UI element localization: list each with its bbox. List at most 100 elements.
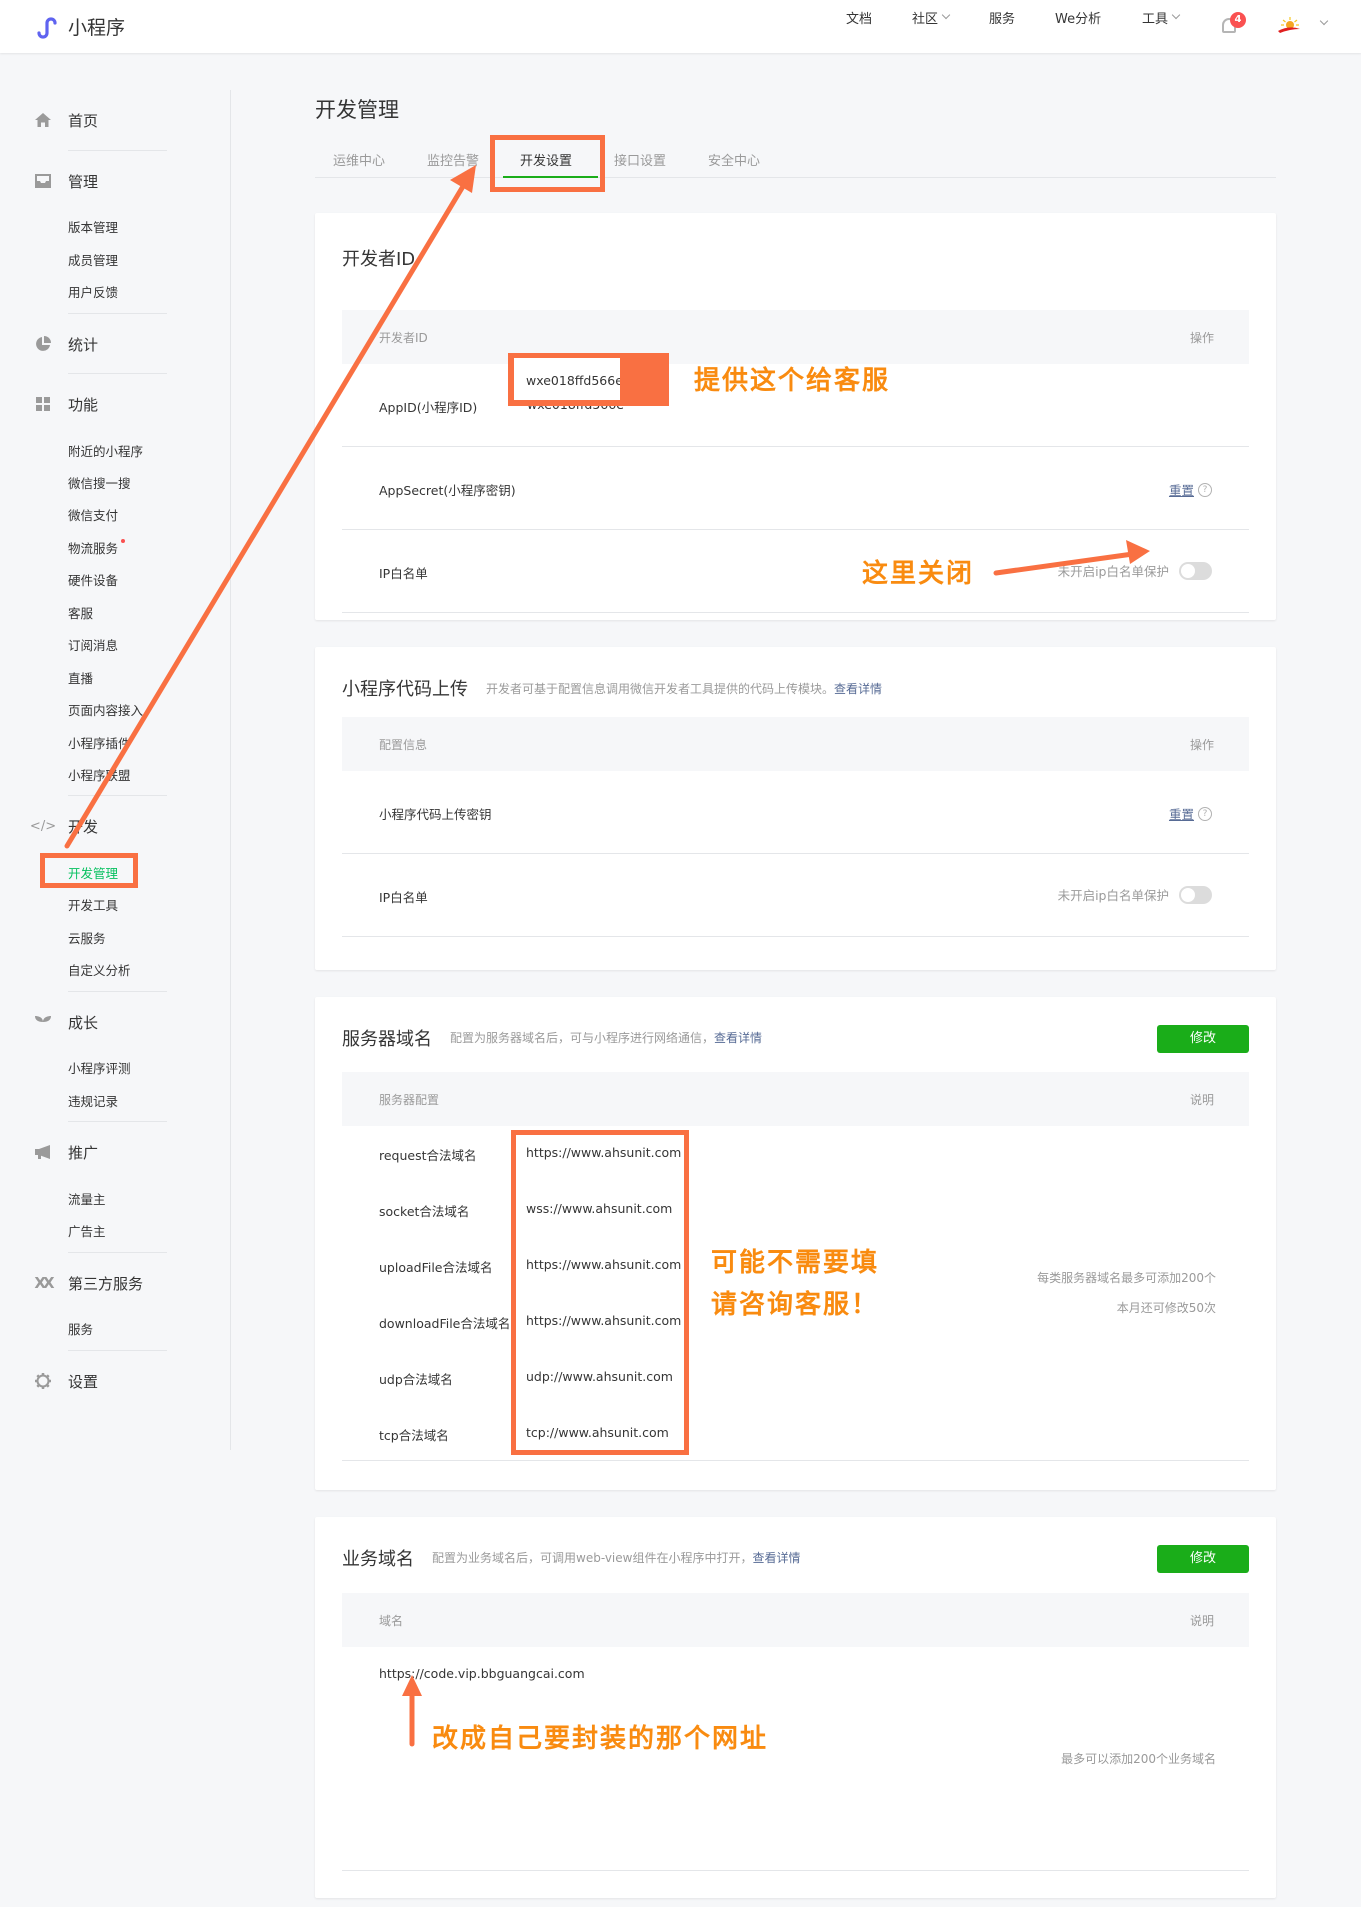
sidebar-divider [230,90,231,1450]
appsecret-actions: 重置? [1169,480,1212,499]
help-icon[interactable]: ? [1198,806,1212,821]
sidebar-item-violations[interactable]: 违规记录 [68,1091,118,1110]
sidebar-item-service[interactable]: 服务 [68,1319,93,1338]
description-text: 开发者可基于配置信息调用微信开发者工具提供的代码上传模块。 [486,682,835,696]
sidebar-item-logistics[interactable]: 物流服务 [68,538,126,557]
sidebar-item-publisher[interactable]: 流量主 [68,1189,106,1208]
sidebar-item-features[interactable]: 功能 [34,394,98,414]
ip-whitelist-label: IP白名单 [379,890,428,905]
appid-value-display[interactable]: wxe018ffd566e [514,358,620,400]
logo[interactable]: 小程序 [34,13,125,40]
sidebar-item-promotion[interactable]: 推广 [34,1142,98,1162]
inbox-icon [34,172,52,190]
sidebar-item-feedback[interactable]: 用户反馈 [68,282,118,301]
top-bar: 小程序 文档 社区 服务 We分析 工具 4 [0,0,1361,53]
server-domain-label: udp合法域名 [379,1372,453,1387]
avatar[interactable] [1276,16,1302,38]
tab-api-settings[interactable]: 接口设置 [614,150,666,169]
sidebar-item-label: 物流服务 [68,541,119,556]
nav-we-analysis[interactable]: We分析 [1055,8,1101,27]
sidebar-item-pay[interactable]: 微信支付 [68,505,118,524]
server-domain-label: socket合法域名 [379,1204,470,1219]
sidebar-item-home[interactable]: 首页 [34,110,98,130]
edit-business-domain-button[interactable]: 修改 [1157,1545,1249,1573]
nav-tools[interactable]: 工具 [1142,8,1181,27]
sidebar-item-union[interactable]: 小程序联盟 [68,765,131,784]
gear-icon [34,1372,52,1390]
sprout-icon [34,1013,52,1031]
column-header: 操作 [1189,331,1214,345]
reset-secret-link[interactable]: 重置 [1169,480,1194,499]
sidebar-item-stats[interactable]: 统计 [34,334,98,354]
nav-we-analysis-label: We分析 [1055,11,1102,27]
column-header: 配置信息 [379,738,428,752]
notification-badge: 4 [1230,12,1246,28]
annotation-tab-highlight [490,135,605,192]
card-description: 开发者可基于配置信息调用微信开发者工具提供的代码上传模块。查看详情 [486,680,882,697]
divider [68,1252,167,1253]
sidebar-item-cloud[interactable]: 云服务 [68,928,106,947]
sidebar-item-hardware[interactable]: 硬件设备 [68,570,118,589]
ip-whitelist-status: 未开启ip白名单保护 [1057,564,1169,579]
nav-services[interactable]: 服务 [989,8,1015,27]
table-header: 开发者ID 操作 [342,310,1249,364]
divider [68,313,167,314]
sidebar-item-version[interactable]: 版本管理 [68,217,118,236]
sidebar-item-members[interactable]: 成员管理 [68,250,118,269]
server-domain-label: tcp合法域名 [379,1428,449,1443]
appid-label: AppID(小程序ID) [379,400,478,415]
sidebar-item-nearby[interactable]: 附近的小程序 [68,441,143,460]
sidebar-item-settings[interactable]: 设置 [34,1371,98,1391]
ip-whitelist-toggle[interactable] [1179,885,1212,904]
nav-community[interactable]: 社区 [912,8,951,27]
sidebar-item-third-party[interactable]: XX 第三方服务 [34,1273,143,1293]
upload-key-label: 小程序代码上传密钥 [379,807,492,822]
sidebar-item-advertiser[interactable]: 广告主 [68,1221,106,1240]
sidebar-item-page-content[interactable]: 页面内容接入 [68,700,143,719]
new-dot-indicator [121,539,126,543]
sidebar-item-develop[interactable]: </> 开发 [30,816,98,836]
tab-ops-center[interactable]: 运维中心 [333,150,385,169]
sidebar-item-plugins[interactable]: 小程序插件 [68,733,131,752]
tab-monitoring[interactable]: 监控告警 [427,150,479,169]
description-text: 配置为服务器域名后，可与小程序进行网络通信， [450,1031,715,1045]
edit-server-domain-button[interactable]: 修改 [1157,1025,1249,1053]
reset-key-link[interactable]: 重置 [1169,804,1194,823]
tab-bar: 运维中心 监控告警 开发设置 接口设置 安全中心 [315,148,1276,178]
column-header: 服务器配置 [379,1093,440,1107]
server-domain-label: uploadFile合法域名 [379,1260,493,1275]
nav-docs[interactable]: 文档 [846,8,872,27]
column-header: 域名 [379,1614,404,1628]
view-details-link[interactable]: 查看详情 [752,1551,800,1565]
business-domain-value: https://code.vip.bbguangcai.com [379,1666,585,1681]
annotation-server-domain-highlight [511,1130,689,1455]
sidebar-item-growth[interactable]: 成长 [34,1012,98,1032]
developer-id-card: 开发者ID 开发者ID 操作 AppID(小程序ID) wxe018ffd566… [315,213,1276,620]
sidebar-item-subscribe[interactable]: 订阅消息 [68,635,118,654]
annotation-ip-hint: 这里关闭 [862,559,975,589]
sidebar-item-live[interactable]: 直播 [68,668,93,687]
table-header: 域名 说明 [342,1593,1249,1647]
tab-security-center[interactable]: 安全中心 [708,150,760,169]
divider [68,150,167,151]
sidebar-item-manage[interactable]: 管理 [34,171,98,191]
ip-whitelist-toggle[interactable] [1179,561,1212,580]
help-icon[interactable]: ? [1198,482,1212,497]
sidebar-item-custom-analysis[interactable]: 自定义分析 [68,960,131,979]
appsecret-label: AppSecret(小程序密钥) [379,483,516,498]
ip-whitelist-label: IP白名单 [379,566,428,581]
sidebar-item-customer-service[interactable]: 客服 [68,603,93,622]
card-description: 配置为服务器域名后，可与小程序进行网络通信，查看详情 [450,1029,762,1046]
mini-program-logo-icon [37,16,57,39]
upload-key-row: 小程序代码上传密钥 重置? [342,771,1249,854]
sidebar-label: 功能 [68,395,99,414]
sidebar-item-evaluation[interactable]: 小程序评测 [68,1058,131,1077]
view-details-link[interactable]: 查看详情 [714,1031,762,1045]
account-chevron-down-icon[interactable] [1319,16,1329,26]
sidebar-item-search[interactable]: 微信搜一搜 [68,473,131,492]
server-domain-label: downloadFile合法域名 [379,1316,511,1331]
view-details-link[interactable]: 查看详情 [834,682,882,696]
modify-count-note: 本月还可修改50次 [1116,1301,1216,1315]
business-domain-limit-note: 最多可以添加200个业务域名 [1061,1752,1216,1766]
sidebar-item-dev-tools[interactable]: 开发工具 [68,895,118,914]
